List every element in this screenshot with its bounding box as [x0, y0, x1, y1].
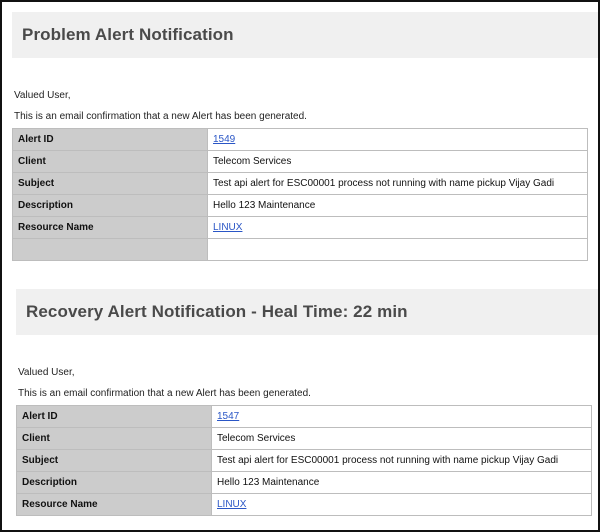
subject-value: Test api alert for ESC00001 process not …: [207, 172, 588, 195]
recovery-alert-title: Recovery Alert Notification - Heal Time:…: [26, 302, 408, 321]
alert-id-value: 1549: [207, 128, 588, 151]
resource-name-label: Resource Name: [12, 216, 208, 239]
client-value: Telecom Services: [211, 427, 592, 450]
screenshot-frame: Problem Alert Notification Valued User, …: [0, 0, 600, 532]
client-value: Telecom Services: [207, 150, 588, 173]
table-row: Alert ID 1547: [16, 405, 592, 428]
table-row: Resource Name LINUX: [16, 493, 592, 516]
table-row: Alert ID 1549: [12, 128, 588, 151]
description-value: Hello 123 Maintenance: [207, 194, 588, 217]
alert-id-label: Alert ID: [16, 405, 212, 428]
description-label: Description: [16, 471, 212, 494]
recovery-alert-table: Alert ID 1547 Client Telecom Services Su…: [16, 405, 592, 516]
table-row: Client Telecom Services: [12, 150, 588, 173]
table-row: Description Hello 123 Maintenance: [12, 194, 588, 217]
recovery-alert-header: Recovery Alert Notification - Heal Time:…: [16, 289, 598, 335]
description-value: Hello 123 Maintenance: [211, 471, 592, 494]
table-row-cut: [12, 238, 588, 261]
recovery-alert-panel: Recovery Alert Notification - Heal Time:…: [16, 289, 598, 516]
alert-id-value: 1547: [211, 405, 592, 428]
resource-name-value: LINUX: [211, 493, 592, 516]
recovery-intro: This is an email confirmation that a new…: [18, 388, 311, 399]
problem-alert-title: Problem Alert Notification: [22, 25, 234, 44]
client-label: Client: [16, 427, 212, 450]
recovery-greeting: Valued User,: [18, 367, 75, 378]
table-row: Description Hello 123 Maintenance: [16, 471, 592, 494]
table-row: Subject Test api alert for ESC00001 proc…: [12, 172, 588, 195]
subject-label: Subject: [16, 449, 212, 472]
alert-id-link[interactable]: 1547: [217, 411, 239, 422]
resource-name-link[interactable]: LINUX: [217, 499, 246, 510]
description-label: Description: [12, 194, 208, 217]
cut-label-cell: [12, 238, 208, 261]
alert-id-label: Alert ID: [12, 128, 208, 151]
problem-alert-panel: Problem Alert Notification Valued User, …: [12, 12, 598, 261]
table-row: Subject Test api alert for ESC00001 proc…: [16, 449, 592, 472]
problem-alert-header: Problem Alert Notification: [12, 12, 598, 58]
cut-value-cell: [207, 238, 588, 261]
problem-greeting: Valued User,: [14, 90, 71, 101]
resource-name-label: Resource Name: [16, 493, 212, 516]
alert-id-link[interactable]: 1549: [213, 134, 235, 145]
table-row: Client Telecom Services: [16, 427, 592, 450]
problem-alert-table: Alert ID 1549 Client Telecom Services Su…: [12, 128, 588, 261]
client-label: Client: [12, 150, 208, 173]
table-row: Resource Name LINUX: [12, 216, 588, 239]
resource-name-value: LINUX: [207, 216, 588, 239]
problem-intro: This is an email confirmation that a new…: [14, 111, 307, 122]
subject-label: Subject: [12, 172, 208, 195]
resource-name-link[interactable]: LINUX: [213, 222, 242, 233]
subject-value: Test api alert for ESC00001 process not …: [211, 449, 592, 472]
